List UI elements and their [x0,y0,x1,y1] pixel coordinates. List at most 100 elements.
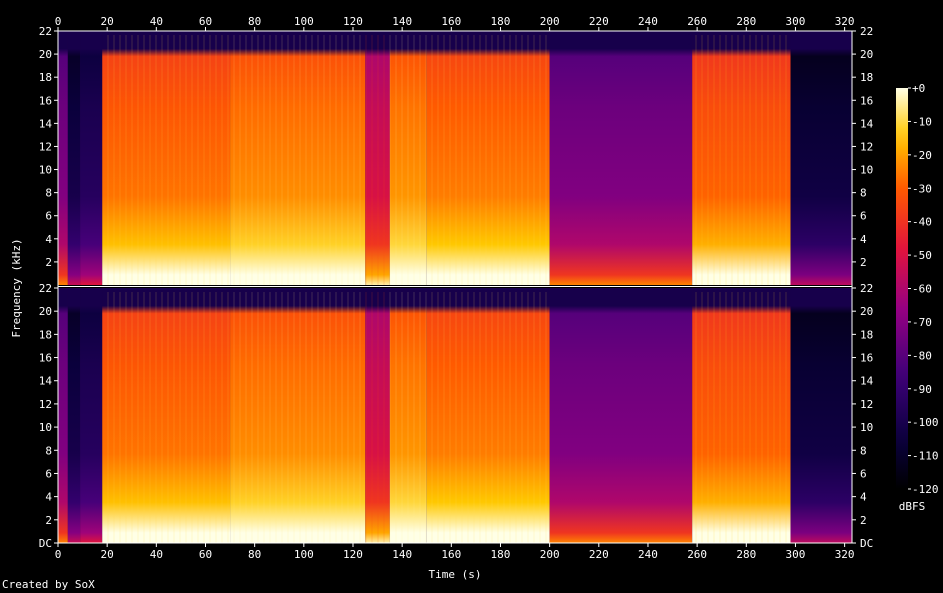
spectrogram-chart: 0 0 20 20 40 40 60 60 80 80 100 100 120 120 140 140 160 1… [10,15,939,581]
x-tick-label-bottom: 260 [687,548,707,561]
segment-block [67,31,81,285]
y-tick-label-right: DC [860,537,873,550]
y-tick-label-left: 6 [45,210,52,223]
x-tick-label-bottom: 300 [786,548,806,561]
x-tick-label-bottom: 0 [55,548,62,561]
x-tick-label-top: 120 [343,15,363,28]
y-tick-label-right: 16 [860,352,873,365]
y-tick-label-left: 4 [45,233,52,246]
x-tick-label-bottom: 180 [491,548,511,561]
segment-block [58,288,68,543]
y-tick-label-right: 2 [860,256,867,269]
channel-1-plot [58,31,852,285]
y-tick-label-right: 14 [860,375,874,388]
segment-block [426,288,550,543]
x-tick-label-top: 200 [540,15,560,28]
y-tick-label-left: 12 [39,398,52,411]
colorbar-tick-label: -70 [912,316,932,329]
y-tick-label-right: 2 [860,514,867,527]
x-tick-label-bottom: 200 [540,548,560,561]
segment-block [549,288,693,543]
credit-text: Created by SoX [2,578,95,591]
x-axis-label: Time (s) [429,568,482,581]
segment-block [67,288,81,543]
x-tick-label-top: 240 [638,15,658,28]
y-tick-label-right: 6 [860,467,867,480]
colorbar-tick-label: -20 [912,149,932,162]
x-tick-label-top: 20 [101,15,114,28]
y-tick-label-right: 20 [860,48,873,61]
channel-2-plot [58,288,852,543]
y-tick-label-right: 4 [860,491,867,504]
y-tick-label-left: 10 [39,164,52,177]
y-tick-label-left: 4 [45,491,52,504]
x-tick-label-bottom: 80 [248,548,261,561]
segment-block [58,31,68,285]
x-tick-label-top: 100 [294,15,314,28]
x-tick-label-top: 80 [248,15,261,28]
x-tick-label-top: 300 [786,15,806,28]
y-tick-label-right: 12 [860,140,873,153]
x-tick-label-bottom: 40 [150,548,163,561]
y-tick-label-right: 6 [860,210,867,223]
y-tick-label-left: 22 [39,25,52,38]
y-tick-label-left: 6 [45,467,52,480]
colorbar-tick-label: -50 [912,249,932,262]
colorbar: +0 -10 -20 -30 -40 -50 -60 -70 -80 -90 -100 -110 -12… [896,82,939,496]
y-tick-label-right: 18 [860,71,873,84]
y-tick-label-left: 12 [39,140,52,153]
colorbar-tick-label: +0 [912,82,925,95]
y-tick-label-left: 18 [39,328,52,341]
x-tick-label-bottom: 100 [294,548,314,561]
x-tick-label-top: 160 [441,15,461,28]
segment-block [426,31,550,285]
x-tick-label-bottom: 240 [638,548,658,561]
x-tick-label-bottom: 160 [441,548,461,561]
x-tick-label-top: 60 [199,15,212,28]
x-tick-label-top: 0 [55,15,62,28]
segment-block [692,288,791,543]
y-tick-label-left: 18 [39,71,52,84]
y-tick-label-right: 8 [860,187,867,200]
x-tick-label-top: 180 [491,15,511,28]
y-tick-label-left: DC [39,537,52,550]
y-tick-label-left: 2 [45,256,52,269]
segment-block [102,288,231,543]
x-tick-label-bottom: 120 [343,548,363,561]
y-tick-label-right: 16 [860,94,873,107]
y-tick-label-left: 10 [39,421,52,434]
segment-block [692,31,791,285]
x-tick-label-top: 40 [150,15,163,28]
segment-block [102,31,231,285]
segment-block [790,31,852,285]
x-tick-label-bottom: 320 [835,548,855,561]
x-tick-label-top: 140 [392,15,412,28]
y-tick-label-right: 18 [860,328,873,341]
y-tick-label-right: 14 [860,117,874,130]
y-tick-label-right: 10 [860,421,873,434]
y-tick-label-left: 2 [45,514,52,527]
y-tick-label-left: 16 [39,352,52,365]
x-tick-label-top: 280 [736,15,756,28]
y-tick-label-right: 10 [860,164,873,177]
colorbar-scale [896,88,908,489]
x-tick-label-top: 260 [687,15,707,28]
colorbar-tick-label: -120 [912,483,939,496]
x-tick-label-bottom: 220 [589,548,609,561]
y-tick-label-left: 22 [39,282,52,295]
y-axis-label: Frequency (kHz) [10,238,23,337]
y-tick-label-left: 8 [45,187,52,200]
y-tick-label-left: 16 [39,94,52,107]
segment-block [790,288,852,543]
segment-block [80,31,103,285]
y-tick-label-left: 14 [39,375,53,388]
segment-block [549,31,693,285]
segment-block [230,31,366,285]
colorbar-tick-label: -60 [912,283,932,296]
colorbar-tick-label: -100 [912,416,939,429]
y-tick-label-right: 4 [860,233,867,246]
x-tick-label-top: 320 [835,15,855,28]
y-tick-label-left: 20 [39,48,52,61]
y-tick-label-left: 14 [39,117,53,130]
x-tick-label-top: 220 [589,15,609,28]
